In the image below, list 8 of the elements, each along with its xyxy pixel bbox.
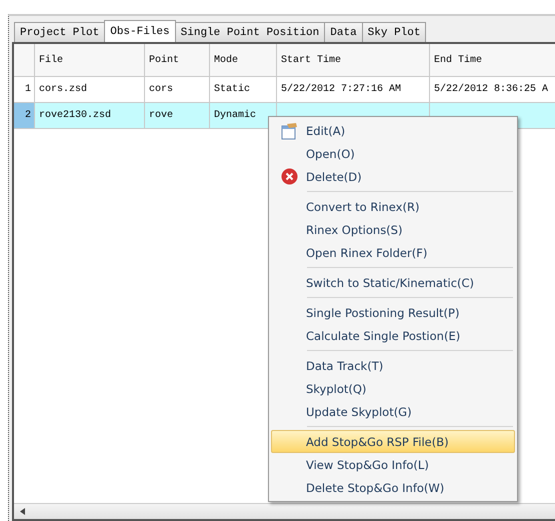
table-cell: Static xyxy=(210,77,277,102)
table-cell: cors xyxy=(145,77,210,102)
table-cell: rove2130.zsd xyxy=(35,103,145,128)
table-cell: 5/22/2012 7:27:16 AM xyxy=(277,77,430,102)
row-number: 2 xyxy=(14,103,35,128)
table-cell: 5/22/2012 8:36:25 A xyxy=(430,77,555,102)
table-cell: cors.zsd xyxy=(35,77,145,102)
table-cell: rove xyxy=(145,103,210,128)
